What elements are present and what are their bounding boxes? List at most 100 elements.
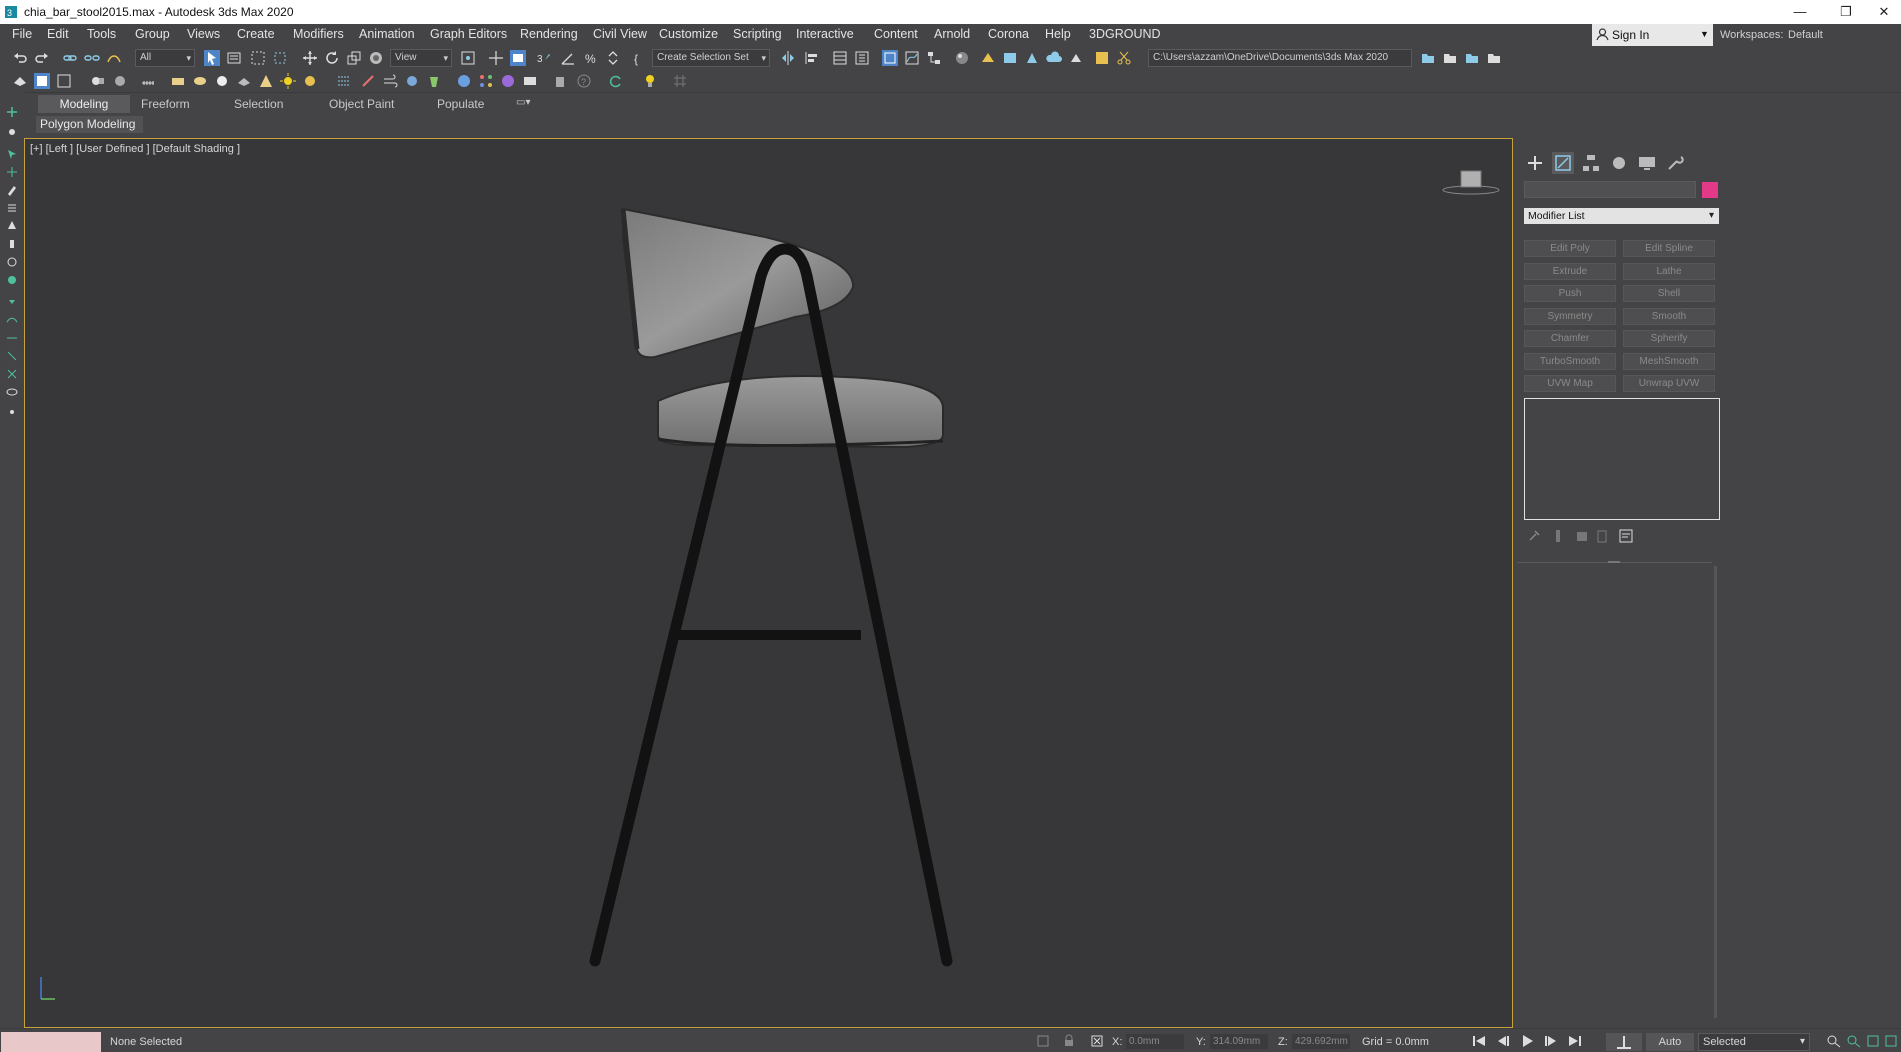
panel-scrollbar[interactable] (1714, 566, 1717, 1018)
select-manipulate-icon[interactable] (488, 50, 504, 66)
settings-dots-icon[interactable] (6, 406, 18, 418)
tab-populate[interactable]: Populate (437, 97, 484, 111)
move-icon[interactable] (302, 50, 318, 66)
sky-light-icon[interactable] (302, 73, 318, 89)
help-icon[interactable]: ? (576, 73, 592, 89)
paint-icon[interactable] (6, 220, 18, 232)
menu-customize[interactable]: Customize (659, 27, 718, 41)
menu-edit[interactable]: Edit (47, 27, 69, 41)
schematic-view-icon[interactable] (926, 50, 942, 66)
redo-icon[interactable] (34, 50, 50, 66)
ruler-icon[interactable] (140, 73, 156, 89)
project-folder-dropdown[interactable]: C:\Users\azzam\OneDrive\Documents\3ds Ma… (1148, 49, 1412, 67)
object-name-field[interactable] (1524, 181, 1696, 198)
unwrap-uvw-button[interactable]: Unwrap UVW (1623, 375, 1715, 392)
reference-coordinate-dropdown[interactable]: View (390, 49, 452, 67)
edit-named-selection-icon[interactable]: { (632, 50, 648, 66)
polygon-modeling-panel[interactable]: Polygon Modeling (36, 116, 143, 133)
project-settings-icon[interactable] (1486, 50, 1502, 66)
absolute-mode-icon[interactable] (1090, 1034, 1104, 1048)
rectangular-selection-icon[interactable] (250, 50, 266, 66)
tab-object-paint[interactable]: Object Paint (329, 97, 394, 111)
relax-icon[interactable] (6, 332, 18, 344)
scene-converter-icon[interactable] (56, 73, 72, 89)
named-selection-set-dropdown[interactable]: Create Selection Set (652, 49, 770, 67)
display-icon[interactable] (1636, 152, 1658, 174)
menu-content[interactable]: Content (874, 27, 918, 41)
make-unique-icon[interactable] (1574, 528, 1590, 544)
edit-poly-button[interactable]: Edit Poly (1524, 240, 1616, 257)
angle-snap-icon[interactable] (560, 50, 576, 66)
select-object-icon[interactable] (204, 50, 220, 66)
keyboard-shortcut-override-icon[interactable] (510, 50, 526, 66)
light-bulb-icon[interactable] (642, 73, 658, 89)
render-iterative-icon[interactable] (1068, 50, 1084, 66)
configure-modifier-sets-icon[interactable] (1618, 528, 1634, 544)
menu-interactive[interactable]: Interactive (796, 27, 854, 41)
spinner-snap-icon[interactable] (605, 50, 621, 66)
box-primitive-icon[interactable] (170, 73, 186, 89)
modifier-stack[interactable] (1524, 398, 1720, 520)
go-to-start-icon[interactable] (1472, 1035, 1486, 1047)
menu-create[interactable]: Create (237, 27, 275, 41)
sign-in-dropdown[interactable]: Sign In ▼ (1592, 24, 1713, 46)
menu-rendering[interactable]: Rendering (520, 27, 578, 41)
scale-icon[interactable] (346, 50, 362, 66)
object-color-swatch[interactable] (1702, 182, 1718, 198)
selection-lock-icon[interactable] (1062, 1034, 1076, 1048)
spray-icon[interactable] (360, 73, 376, 89)
sculpt-icon[interactable] (6, 274, 18, 286)
workspaces-dropdown[interactable]: Default (1788, 29, 1823, 41)
menu-scripting[interactable]: Scripting (733, 27, 782, 41)
window-crossing-icon[interactable] (272, 50, 288, 66)
snap-toggle-icon[interactable]: 3 (536, 50, 552, 66)
create-selection-icon[interactable] (6, 106, 18, 118)
panel-resize-handle[interactable] (1608, 561, 1620, 563)
align-icon[interactable] (804, 50, 820, 66)
sun-light-icon[interactable] (280, 73, 296, 89)
isolate-selection-icon[interactable] (1036, 1034, 1050, 1048)
wind-icon[interactable] (382, 73, 398, 89)
viewport-left[interactable]: [+] [Left ] [User Defined ] [Default Sha… (24, 138, 1513, 1028)
menu-group[interactable]: Group (135, 27, 170, 41)
unlink-icon[interactable] (84, 50, 100, 66)
toggle-layer-explorer-icon[interactable] (854, 50, 870, 66)
remove-modifier-icon[interactable] (1594, 528, 1610, 544)
link-icon[interactable] (62, 50, 78, 66)
edit-spline-button[interactable]: Edit Spline (1623, 240, 1715, 257)
refresh-icon[interactable] (608, 73, 624, 89)
menu-animation[interactable]: Animation (359, 27, 415, 41)
eye-icon[interactable] (6, 386, 18, 398)
symmetry-button[interactable]: Symmetry (1524, 308, 1616, 325)
z-coordinate-field[interactable]: 429.692mm (1292, 1034, 1350, 1049)
corona-interactive-icon[interactable] (1094, 50, 1110, 66)
select-by-name-icon[interactable] (226, 50, 242, 66)
undo-icon[interactable] (12, 50, 28, 66)
cloth-icon[interactable] (426, 73, 442, 89)
shell-button[interactable]: Shell (1623, 285, 1715, 302)
brush-icon[interactable] (6, 238, 18, 250)
menu-graph-editors[interactable]: Graph Editors (430, 27, 507, 41)
pin-stack-icon[interactable] (1526, 528, 1542, 544)
render-setup-icon[interactable] (980, 50, 996, 66)
cone-primitive-icon[interactable] (236, 73, 252, 89)
pyramid-primitive-icon[interactable] (258, 73, 274, 89)
play-icon[interactable] (1520, 1035, 1534, 1047)
container-icon[interactable] (90, 73, 106, 89)
move-tool-icon[interactable] (6, 166, 18, 178)
maxscript-listener[interactable] (1, 1032, 101, 1052)
trash-icon[interactable] (552, 73, 568, 89)
place-icon[interactable] (368, 50, 384, 66)
go-to-end-icon[interactable] (1568, 1035, 1582, 1047)
gravity-icon[interactable] (404, 73, 420, 89)
layer-manager-icon[interactable] (34, 73, 50, 89)
minimize-button[interactable]: — (1780, 2, 1820, 22)
menu-views[interactable]: Views (187, 27, 220, 41)
chamfer-button[interactable]: Chamfer (1524, 330, 1616, 347)
dot-icon[interactable] (6, 126, 18, 138)
tab-freeform[interactable]: Freeform (141, 97, 190, 111)
cylinder-primitive-icon[interactable] (192, 73, 208, 89)
project-folder-icon[interactable] (1420, 50, 1436, 66)
set-key-button[interactable] (1606, 1033, 1642, 1051)
spherify-button[interactable]: Spherify (1623, 330, 1715, 347)
